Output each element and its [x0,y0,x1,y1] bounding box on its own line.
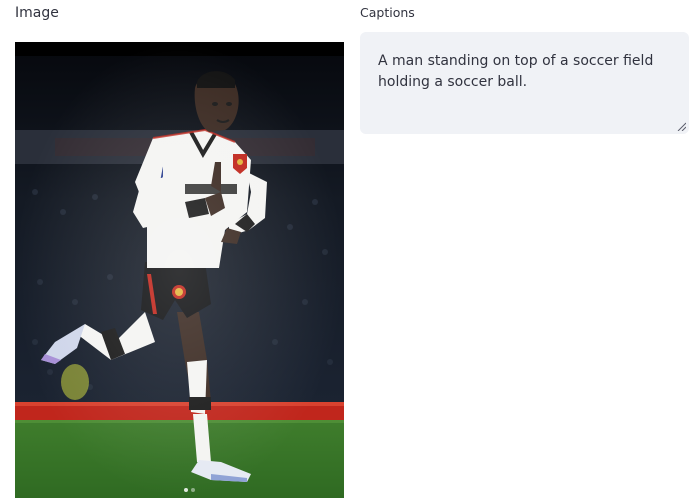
caption-textarea[interactable]: A man standing on top of a soccer field … [360,32,689,134]
player-photo [15,42,344,498]
captions-label: Captions [360,5,415,20]
resize-handle-icon[interactable] [676,121,686,131]
image-label: Image [15,5,59,21]
caption-text[interactable]: A man standing on top of a soccer field … [378,53,653,90]
